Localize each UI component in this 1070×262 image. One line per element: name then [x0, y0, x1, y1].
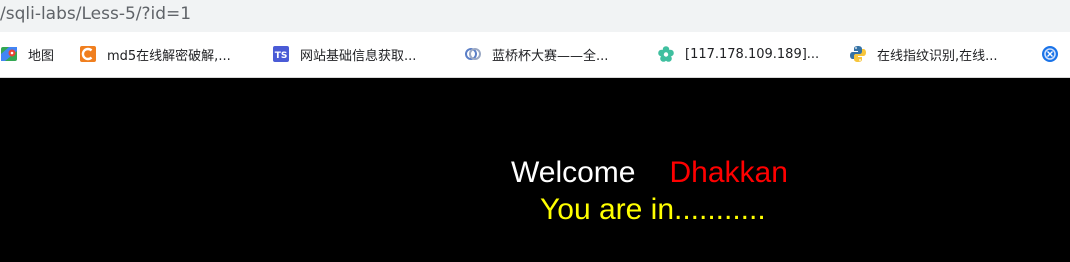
cmd5-icon: [79, 45, 97, 63]
google-maps-icon: [0, 45, 18, 63]
bookmark-fingerprint[interactable]: 在线指纹识别,在线...: [849, 42, 998, 66]
bookmarks-bar: 地图 md5在线解密破解,... TS 网站基础信息获取... 蓝桥杯大赛——全…: [0, 32, 1070, 78]
bookmark-md5[interactable]: md5在线解密破解,...: [79, 42, 231, 66]
bookmark-maps[interactable]: 地图: [0, 42, 54, 66]
welcome-text: Welcome: [511, 156, 636, 189]
bookmark-label: [117.178.109.189]...: [685, 46, 820, 62]
bookmark-label: 在线指纹识别,在线...: [877, 48, 998, 64]
bookmark-label: 地图: [28, 48, 55, 64]
python-icon: [849, 45, 867, 63]
bookmark-label: 蓝桥杯大赛——全...: [492, 48, 609, 64]
bookmark-label: 网站基础信息获取...: [300, 48, 417, 64]
username-text: Dhakkan: [669, 156, 788, 189]
bookmark-ip[interactable]: [117.178.109.189]...: [657, 42, 819, 66]
ts-icon: TS: [272, 45, 290, 63]
lanqiao-icon: [464, 45, 482, 63]
url-text[interactable]: /sqli-labs/Less-5/?id=1: [0, 4, 191, 24]
flower-icon: [657, 45, 675, 63]
status-message: You are in...........: [540, 193, 766, 226]
svg-text:TS: TS: [275, 51, 288, 61]
page-body: Welcome Dhakkan You are in...........: [0, 78, 1070, 262]
bookmark-overflow[interactable]: [1041, 42, 1059, 66]
bookmark-label: md5在线解密破解,...: [107, 48, 231, 64]
blue-circle-icon: [1041, 45, 1059, 63]
bookmark-site-info[interactable]: TS 网站基础信息获取...: [272, 42, 416, 66]
browser-chrome: /sqli-labs/Less-5/?id=1 地图 md5在线解密破解,...…: [0, 0, 1070, 78]
address-bar[interactable]: /sqli-labs/Less-5/?id=1: [0, 0, 1070, 32]
bookmark-lanqiao[interactable]: 蓝桥杯大赛——全...: [464, 42, 608, 66]
welcome-line: Welcome Dhakkan: [511, 156, 788, 190]
